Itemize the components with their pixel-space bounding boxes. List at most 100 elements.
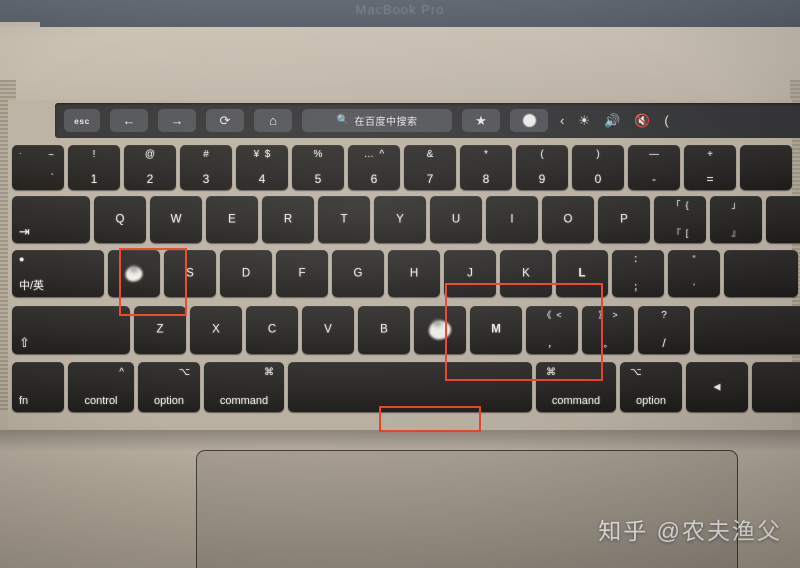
key-minus[interactable]: — - (628, 145, 680, 190)
key-control-legend: control (84, 395, 118, 407)
key-a-worn-legend (125, 266, 143, 281)
trackpad[interactable] (196, 450, 738, 568)
key-f-legend: F (298, 266, 306, 279)
key-f[interactable]: F (276, 250, 328, 297)
key-l[interactable]: L (556, 250, 608, 297)
touchbar-search-field[interactable]: 🔍 在百度中搜索 (302, 109, 452, 132)
key-comma[interactable]: 《 < ， (526, 306, 578, 354)
key-z[interactable]: Z (134, 306, 186, 354)
touchbar-volume-mute-icon[interactable]: 🔇 (634, 113, 650, 129)
key-s[interactable]: S (164, 250, 216, 297)
capslock-label: 中/英 (19, 280, 45, 292)
touch-bar[interactable]: esc ← → ⟳ ⌂ 🔍 在百度中搜索 ★ ‹ ☀ 🔊 🔇 ( (55, 103, 800, 138)
key-equal[interactable]: + = (684, 145, 736, 190)
key-q[interactable]: Q (94, 196, 146, 243)
key-8[interactable]: * 8 (460, 145, 512, 190)
search-placeholder: 在百度中搜索 (354, 117, 418, 128)
key-delete[interactable] (740, 145, 792, 190)
macbook-pro-photo: MacBook Pro esc ← → ⟳ ⌂ 🔍 在百度中搜索 ★ ‹ ☀ 🔊… (0, 0, 800, 568)
key-8-legend: 8 (482, 172, 490, 186)
key-shift-left[interactable]: ⇧ (12, 306, 130, 354)
keyboard-row-zxcv: ⇧ Z X C V B M 《 < ， 》 > 。 ? / (12, 306, 800, 354)
touchbar-volume-up-icon[interactable]: 🔊 (604, 113, 620, 129)
key-i[interactable]: I (486, 196, 538, 243)
key-slash[interactable]: ? / (638, 306, 690, 354)
touchbar-brightness-icon[interactable]: ☀ (578, 113, 590, 129)
key-k[interactable]: K (500, 250, 552, 297)
key-equal-shift-legend: + (707, 149, 713, 160)
key-5[interactable]: % 5 (292, 145, 344, 190)
key-command-right[interactable]: ⌘ command (536, 362, 616, 412)
device-label: MacBook Pro (355, 2, 445, 17)
key-y[interactable]: Y (374, 196, 426, 243)
key-7[interactable]: & 7 (404, 145, 456, 190)
key-space[interactable] (288, 362, 532, 412)
key-backtick[interactable]: · ~ ` (12, 145, 64, 190)
touchbar-forward-button[interactable]: → (158, 109, 196, 132)
key-arrow-left[interactable]: ◀ (686, 362, 748, 412)
key-g[interactable]: G (332, 250, 384, 297)
capslock-indicator-dot: ● (19, 254, 25, 264)
key-5-shift-legend: % (313, 149, 323, 160)
key-v[interactable]: V (302, 306, 354, 354)
key-control[interactable]: ^ control (68, 362, 134, 412)
key-p[interactable]: P (598, 196, 650, 243)
key-w[interactable]: W (150, 196, 202, 243)
key-0[interactable]: ) 0 (572, 145, 624, 190)
key-arrow-updown[interactable] (752, 362, 800, 412)
key-7-shift-legend: & (426, 149, 434, 160)
key-t[interactable]: T (318, 196, 370, 243)
key-j-legend: J (467, 266, 473, 279)
key-o[interactable]: O (542, 196, 594, 243)
touchbar-home-button[interactable]: ⌂ (254, 109, 292, 132)
key-shift-right[interactable] (694, 306, 800, 354)
key-9[interactable]: ( 9 (516, 145, 568, 190)
key-semicolon[interactable]: ： ； (612, 250, 664, 297)
key-d[interactable]: D (220, 250, 272, 297)
arrow-left-icon: ◀ (713, 381, 721, 392)
key-w-legend: W (170, 212, 182, 225)
key-capslock[interactable]: ● 中/英 (12, 250, 104, 297)
key-minus-shift-legend: — (649, 149, 659, 160)
key-comma-legend: ， (547, 339, 557, 349)
key-fn[interactable]: fn (12, 362, 64, 412)
key-bracket-right[interactable]: 」 』 (710, 196, 762, 243)
key-return[interactable] (724, 250, 798, 297)
key-period[interactable]: 》 > 。 (582, 306, 634, 354)
key-a[interactable] (108, 250, 160, 297)
key-j[interactable]: J (444, 250, 496, 297)
touchbar-siri-icon[interactable]: ( (664, 113, 668, 128)
key-r[interactable]: R (262, 196, 314, 243)
key-2[interactable]: @ 2 (124, 145, 176, 190)
key-option-left[interactable]: ⌥ option (138, 362, 200, 412)
option-glyph-icon: ⌥ (178, 367, 190, 378)
key-semicolon-legend: ； (633, 282, 643, 292)
key-backslash[interactable] (766, 196, 800, 243)
key-c[interactable]: C (246, 306, 298, 354)
key-b-legend: B (380, 323, 388, 336)
key-u[interactable]: U (430, 196, 482, 243)
touchbar-back-button[interactable]: ← (110, 109, 148, 132)
key-6[interactable]: … ^ 6 (348, 145, 400, 190)
key-quote[interactable]: " ' (668, 250, 720, 297)
key-x[interactable]: X (190, 306, 242, 354)
touchbar-record-button[interactable] (510, 109, 548, 132)
key-h[interactable]: H (388, 250, 440, 297)
touchbar-reload-button[interactable]: ⟳ (206, 109, 244, 132)
key-bracket-left[interactable]: 「 { 『 [ (654, 196, 706, 243)
key-1[interactable]: ! 1 (68, 145, 120, 190)
key-n[interactable] (414, 306, 466, 354)
key-b[interactable]: B (358, 306, 410, 354)
touchbar-expand-chevron-icon[interactable]: ‹ (560, 113, 564, 128)
key-command-left[interactable]: ⌘ command (204, 362, 284, 412)
key-3[interactable]: # 3 (180, 145, 232, 190)
touchbar-bookmark-button[interactable]: ★ (462, 109, 500, 132)
key-4[interactable]: ¥ $ 4 (236, 145, 288, 190)
option-right-glyph-icon: ⌥ (630, 367, 642, 378)
keyboard-row-home: ● 中/英 S D F G H J K L ： ； " ' (12, 250, 800, 297)
key-e[interactable]: E (206, 196, 258, 243)
key-m[interactable]: M (470, 306, 522, 354)
touchbar-esc-button[interactable]: esc (64, 109, 100, 132)
key-option-right[interactable]: ⌥ option (620, 362, 682, 412)
key-tab[interactable]: ⇥ (12, 196, 90, 243)
